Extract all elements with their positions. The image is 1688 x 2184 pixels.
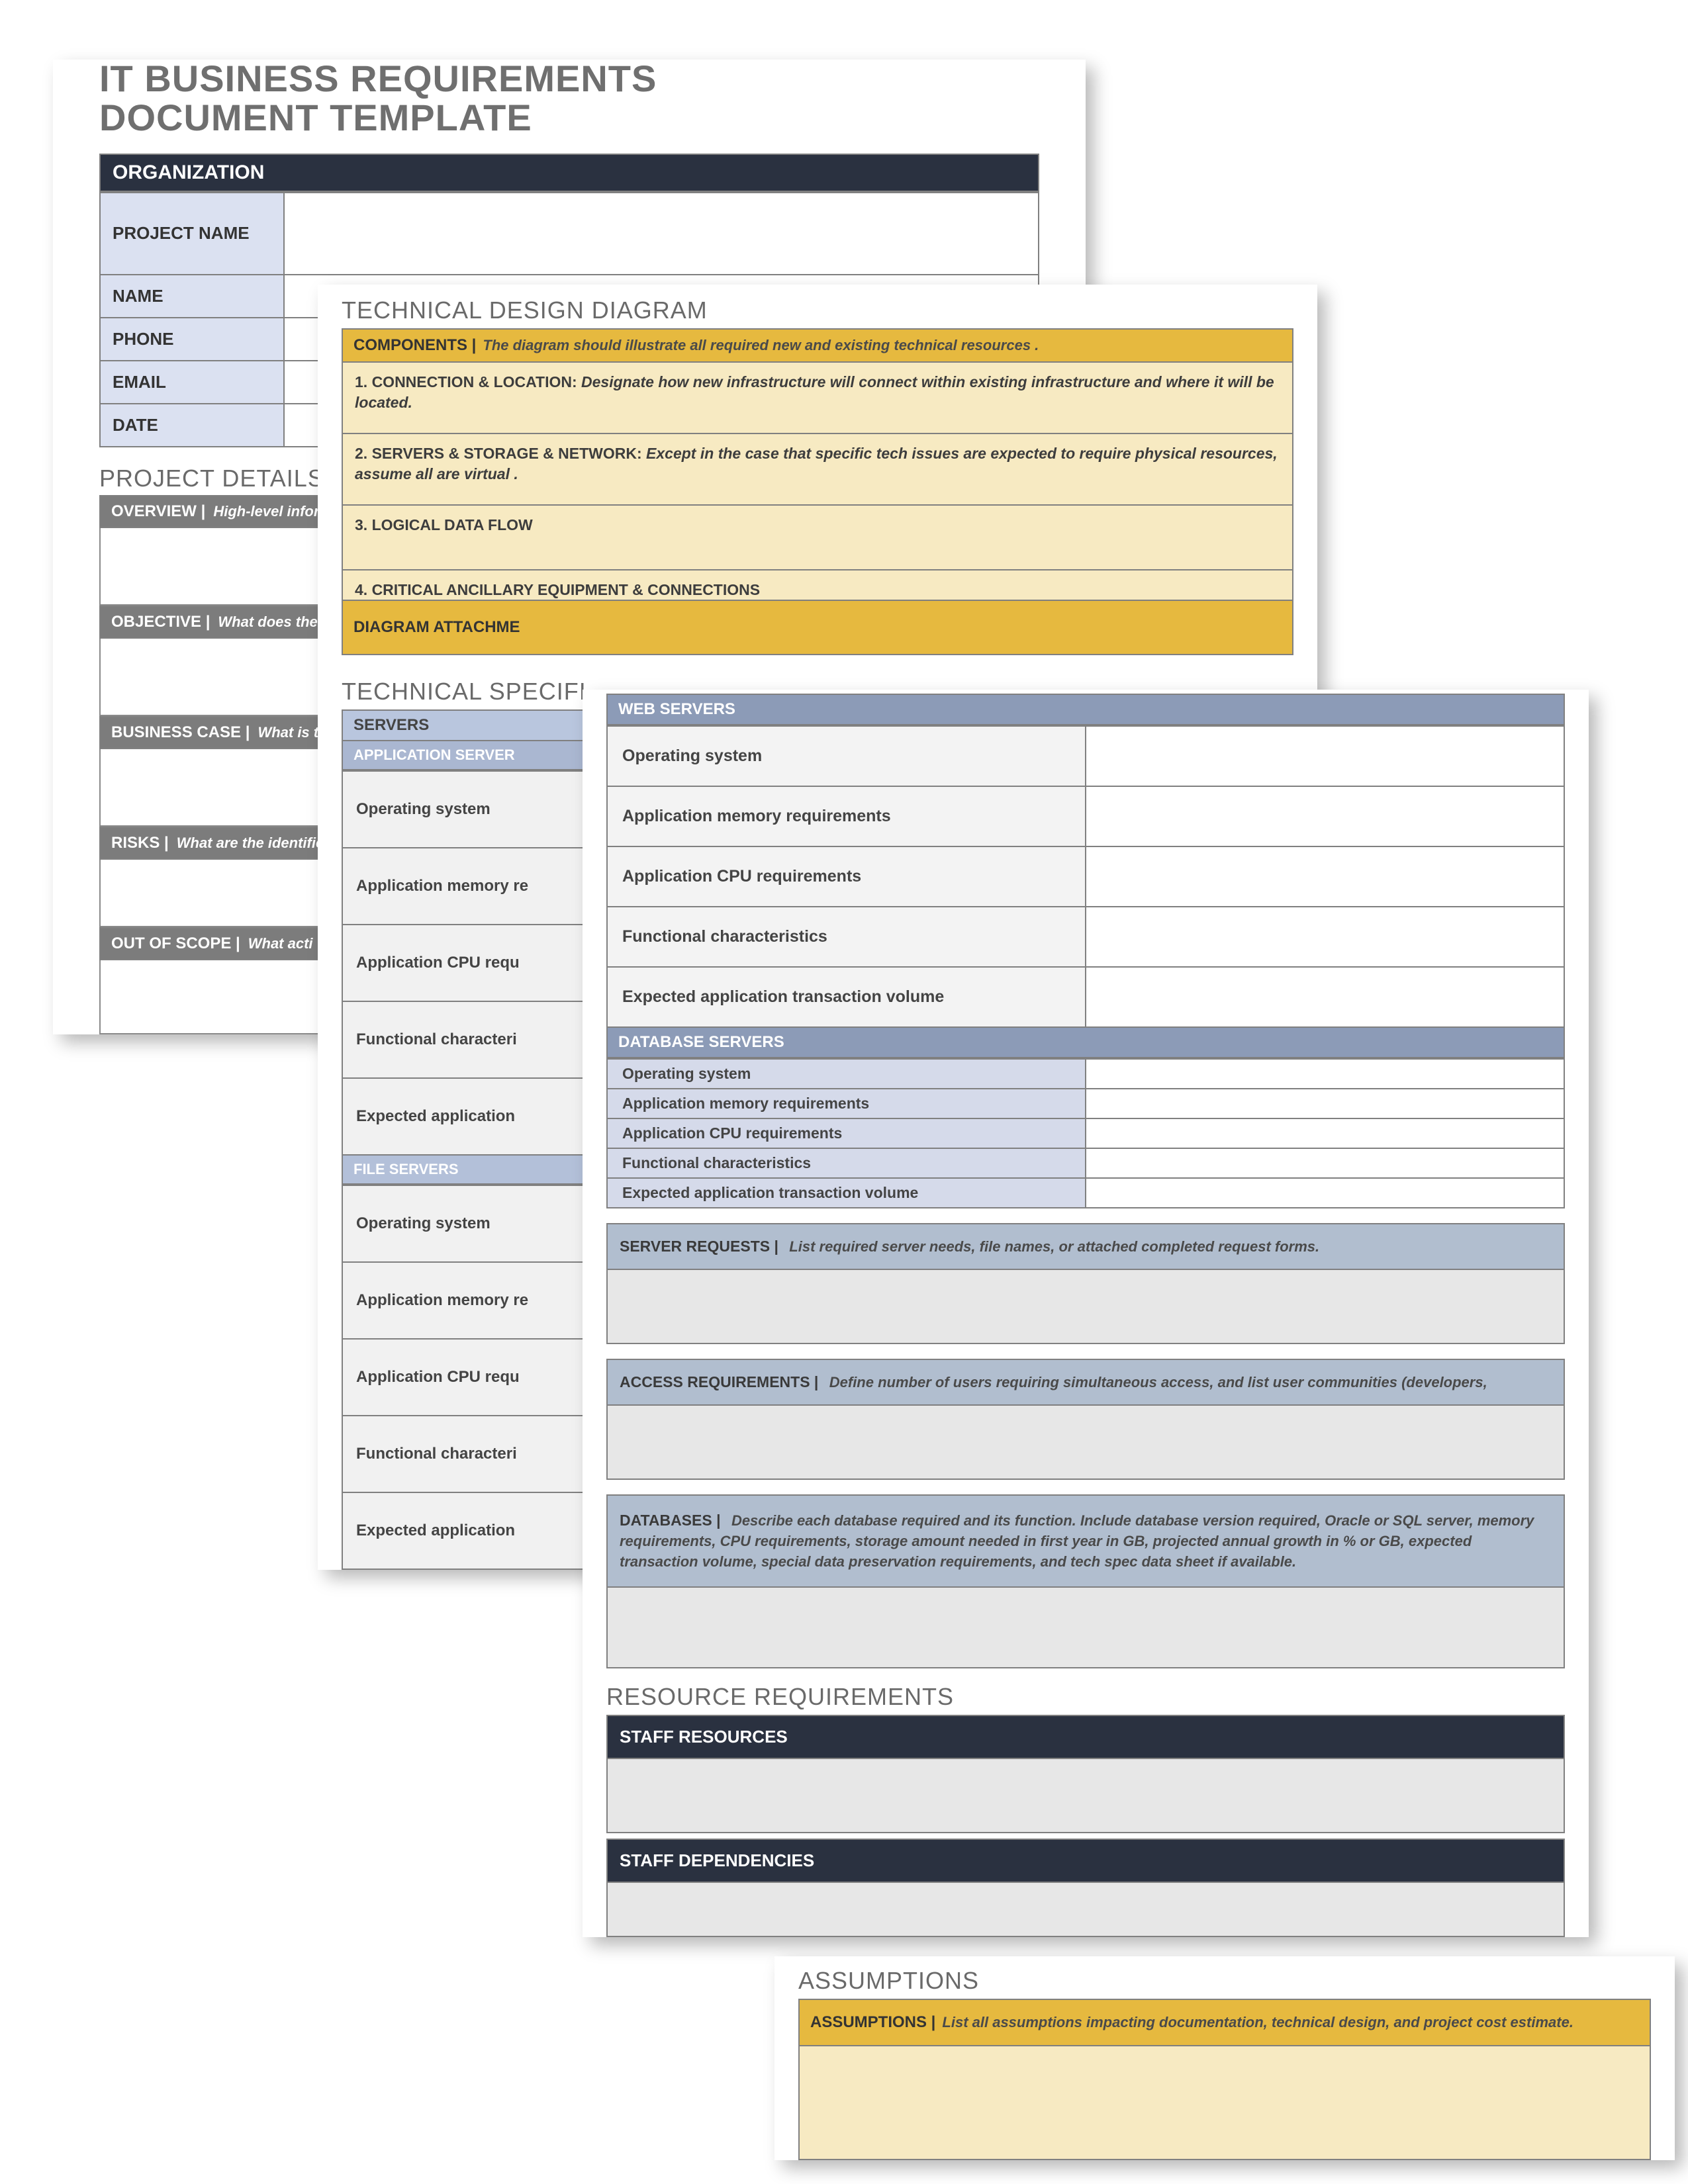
- objective-label: OBJECTIVE |: [111, 613, 210, 631]
- diagram-attachment-bar: DIAGRAM ATTACHME: [342, 601, 1293, 655]
- databases-desc: Describe each database required and its …: [620, 1512, 1534, 1570]
- field-date-label: DATE: [100, 404, 284, 447]
- components-row-1: 1. CONNECTION & LOCATION: Designate how …: [342, 363, 1293, 434]
- access-requirements-desc: Define number of users requiring simulta…: [829, 1374, 1487, 1390]
- field-email-label: EMAIL: [100, 361, 284, 404]
- ws-tx-val[interactable]: [1086, 967, 1564, 1027]
- overview-label: OVERVIEW |: [111, 502, 205, 521]
- db-os: Operating system: [607, 1059, 1086, 1089]
- field-phone-label: PHONE: [100, 318, 284, 361]
- diagram-attachment-label: DIAGRAM ATTACHME: [353, 618, 520, 637]
- ws-mem: Application memory requirements: [607, 786, 1086, 846]
- overview-desc: High-level infor: [213, 503, 319, 520]
- databases-label: DATABASES |: [620, 1512, 721, 1529]
- ws-cpu-val[interactable]: [1086, 846, 1564, 907]
- staff-dependencies-input[interactable]: [606, 1883, 1565, 1937]
- staff-dependencies-header: STAFF DEPENDENCIES: [606, 1839, 1565, 1883]
- page-4: ASSUMPTIONS ASSUMPTIONS | List all assum…: [774, 1956, 1675, 2160]
- assumptions-input[interactable]: [798, 2046, 1651, 2160]
- access-requirements-label: ACCESS REQUIREMENTS |: [620, 1373, 818, 1390]
- row4-prefix: 4. CRITICAL ANCILLARY EQUIPMENT & CONNEC…: [355, 581, 760, 598]
- db-cpu-val[interactable]: [1086, 1118, 1564, 1148]
- access-requirements-input[interactable]: [606, 1406, 1565, 1480]
- databases-input[interactable]: [606, 1588, 1565, 1668]
- doc-title-line2: DOCUMENT TEMPLATE: [99, 99, 1086, 138]
- components-desc: The diagram should illustrate all requir…: [483, 337, 1039, 354]
- db-tx-val[interactable]: [1086, 1178, 1564, 1208]
- components-row-4: 4. CRITICAL ANCILLARY EQUIPMENT & CONNEC…: [342, 570, 1293, 601]
- components-row-3: 3. LOGICAL DATA FLOW: [342, 506, 1293, 570]
- field-project-name-value[interactable]: [284, 193, 1039, 275]
- row3-prefix: 3. LOGICAL DATA FLOW: [355, 516, 533, 533]
- server-requests-desc: List required server needs, file names, …: [789, 1238, 1319, 1255]
- db-func: Functional characteristics: [607, 1148, 1086, 1178]
- page-3: WEB SERVERS Operating system Application…: [583, 690, 1589, 1937]
- staff-resources-input[interactable]: [606, 1759, 1565, 1833]
- outofscope-label: OUT OF SCOPE |: [111, 934, 240, 953]
- row2-prefix: 2. SERVERS & STORAGE & NETWORK:: [355, 445, 642, 462]
- ws-os-val[interactable]: [1086, 726, 1564, 786]
- db-tx: Expected application transaction volume: [607, 1178, 1086, 1208]
- assumptions-desc: List all assumptions impacting documenta…: [942, 2014, 1573, 2031]
- server-requests-label: SERVER REQUESTS |: [620, 1238, 778, 1255]
- row1-prefix: 1. CONNECTION & LOCATION:: [355, 373, 577, 390]
- doc-title-line1: IT BUSINESS REQUIREMENTS: [99, 60, 1086, 99]
- ws-tx: Expected application transaction volume: [607, 967, 1086, 1027]
- components-label: COMPONENTS |: [353, 336, 476, 355]
- assumptions-heading: ASSUMPTIONS: [774, 1960, 1675, 1999]
- doc-title: IT BUSINESS REQUIREMENTS DOCUMENT TEMPLA…: [53, 60, 1086, 154]
- db-func-val[interactable]: [1086, 1148, 1564, 1178]
- assumptions-label: ASSUMPTIONS |: [810, 2013, 935, 2032]
- db-servers-header: DATABASE SERVERS: [606, 1028, 1565, 1058]
- components-row-2: 2. SERVERS & STORAGE & NETWORK: Except i…: [342, 434, 1293, 506]
- risks-desc: What are the identifie: [177, 835, 324, 852]
- resource-requirements-heading: RESOURCE REQUIREMENTS: [583, 1668, 1589, 1715]
- objective-desc: What does the: [218, 614, 317, 631]
- db-cpu: Application CPU requirements: [607, 1118, 1086, 1148]
- components-bar: COMPONENTS | The diagram should illustra…: [342, 328, 1293, 363]
- ws-mem-val[interactable]: [1086, 786, 1564, 846]
- ws-os: Operating system: [607, 726, 1086, 786]
- ws-cpu: Application CPU requirements: [607, 846, 1086, 907]
- web-servers-table: Operating system Application memory requ…: [606, 725, 1565, 1028]
- db-os-val[interactable]: [1086, 1059, 1564, 1089]
- access-requirements-bar: ACCESS REQUIREMENTS | Define number of u…: [606, 1359, 1565, 1406]
- db-mem-val[interactable]: [1086, 1089, 1564, 1118]
- field-name-label: NAME: [100, 275, 284, 318]
- assumptions-bar: ASSUMPTIONS | List all assumptions impac…: [798, 1999, 1651, 2046]
- businesscase-label: BUSINESS CASE |: [111, 723, 250, 742]
- server-requests-input[interactable]: [606, 1270, 1565, 1344]
- web-servers-header: WEB SERVERS: [606, 694, 1565, 725]
- staff-resources-header: STAFF RESOURCES: [606, 1715, 1565, 1759]
- businesscase-desc: What is t: [258, 724, 318, 741]
- ws-func: Functional characteristics: [607, 907, 1086, 967]
- organization-header: ORGANIZATION: [99, 154, 1039, 192]
- databases-bar: DATABASES | Describe each database requi…: [606, 1494, 1565, 1588]
- db-servers-table: Operating system Application memory requ…: [606, 1058, 1565, 1208]
- tdd-heading: TECHNICAL DESIGN DIAGRAM: [318, 289, 1317, 328]
- db-mem: Application memory requirements: [607, 1089, 1086, 1118]
- field-project-name-label: PROJECT NAME: [100, 193, 284, 275]
- ws-func-val[interactable]: [1086, 907, 1564, 967]
- outofscope-desc: What acti: [248, 935, 313, 952]
- server-requests-bar: SERVER REQUESTS | List required server n…: [606, 1223, 1565, 1270]
- risks-label: RISKS |: [111, 834, 169, 852]
